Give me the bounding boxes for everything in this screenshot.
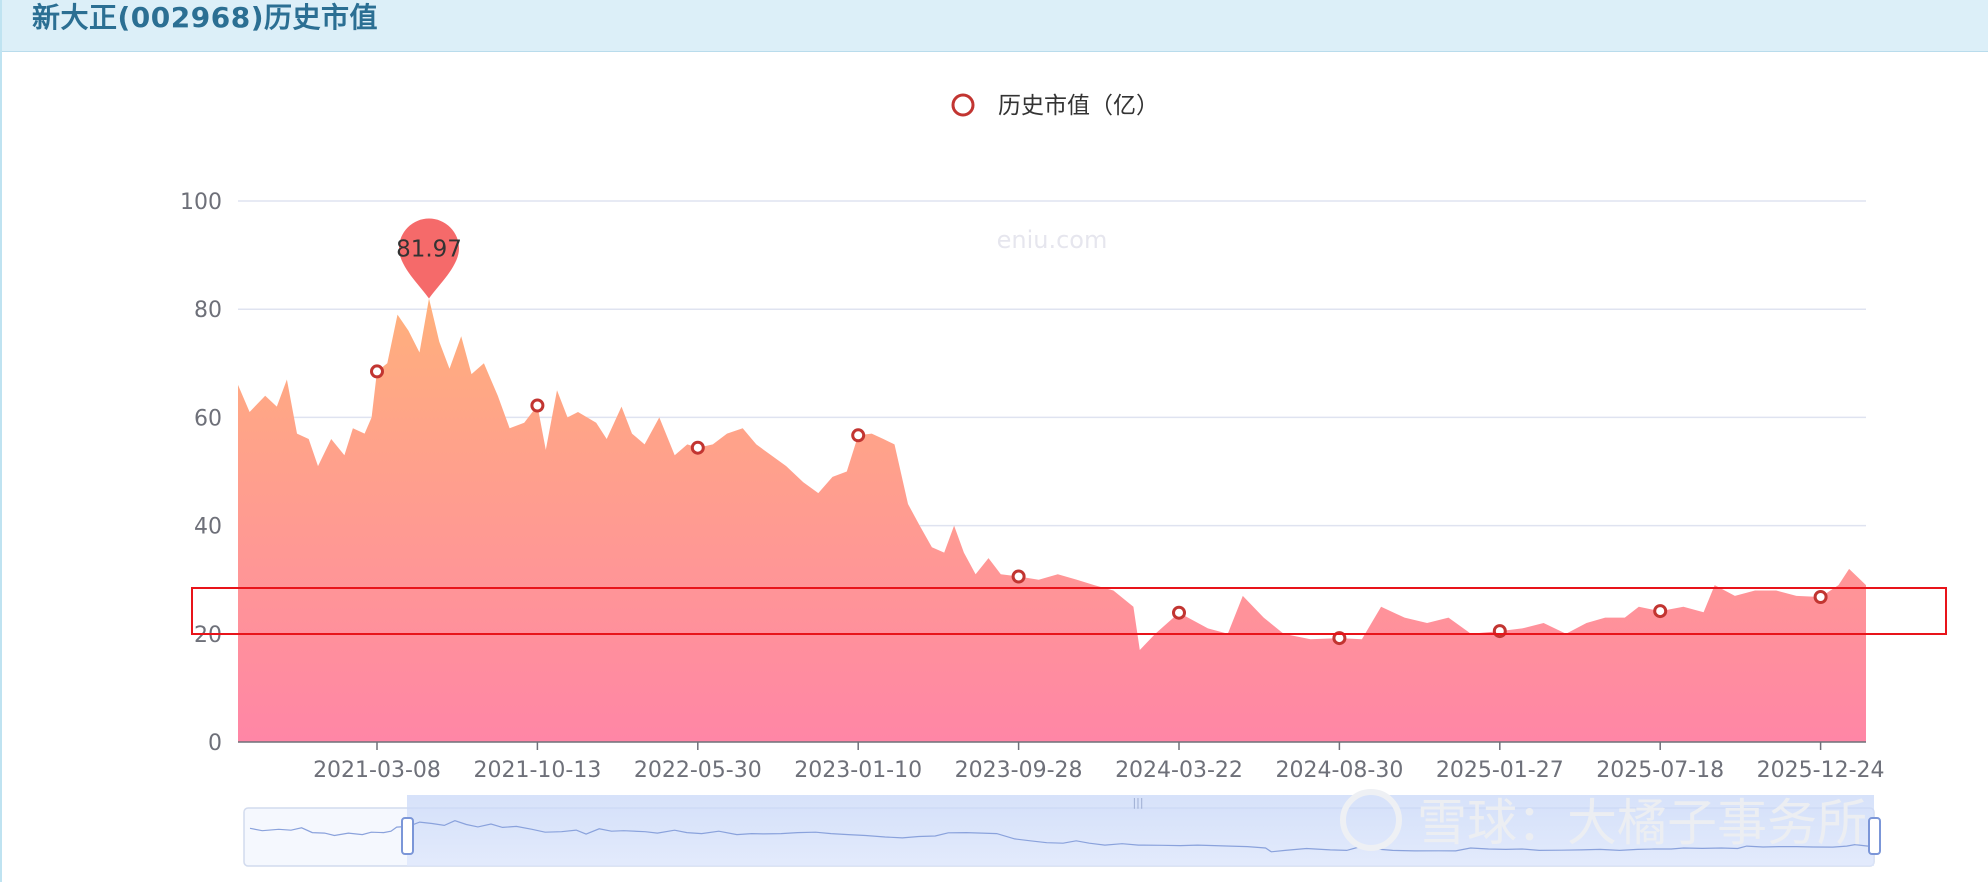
x-tick-label: 2025-01-27: [1436, 758, 1564, 783]
x-tick-label: 2023-09-28: [955, 758, 1083, 783]
slider-grip-icon[interactable]: |||: [1132, 796, 1143, 809]
data-point-marker[interactable]: [1011, 569, 1026, 584]
data-point-marker[interactable]: [370, 364, 384, 379]
y-tick-label: 20: [194, 623, 222, 648]
xueqiu-watermark: 雪球：大橘子事务所: [1340, 789, 1867, 852]
peak-label: 81.97: [396, 237, 462, 263]
x-tick-label: 2024-03-22: [1115, 758, 1243, 783]
data-point-marker[interactable]: [530, 398, 545, 413]
data-point-marker[interactable]: [1172, 605, 1186, 620]
y-tick-label: 100: [180, 190, 222, 215]
data-point-marker[interactable]: [1813, 590, 1828, 604]
x-axis: 2021-03-08 2021-10-13 2022-05-30 2023-01-10…: [238, 741, 1885, 783]
y-tick-label: 0: [208, 731, 222, 756]
max-value-pin[interactable]: 81.97: [396, 218, 462, 299]
data-point-marker[interactable]: [1653, 604, 1668, 619]
x-tick-label: 2025-07-18: [1596, 758, 1724, 783]
slider-left-handle[interactable]: [401, 817, 414, 855]
y-tick-label: 40: [194, 515, 222, 540]
data-point-marker[interactable]: [851, 428, 866, 443]
y-tick-label: 60: [194, 406, 222, 431]
slider-right-handle[interactable]: [1868, 817, 1881, 855]
x-tick-label: 2021-10-13: [473, 758, 601, 783]
y-tick-label: 80: [194, 298, 222, 323]
x-tick-label: 2023-01-10: [794, 758, 922, 783]
y-axis: 0 20 40 60 80 100: [180, 190, 222, 756]
x-tick-label: 2021-03-08: [313, 758, 441, 783]
legend[interactable]: 历史市值（亿）: [951, 93, 1159, 119]
chart-panel: 新大正(002968)历史市值 历史市值（亿） eniu.com 0 20 40 60…: [0, 0, 1988, 882]
site-watermark: eniu.com: [997, 226, 1108, 254]
x-tick-label: 2022-05-30: [634, 758, 762, 783]
x-tick-label: 2025-12-24: [1757, 758, 1885, 783]
x-tick-label: 2024-08-30: [1275, 758, 1403, 783]
legend-marker-icon: [951, 93, 975, 117]
data-point-marker[interactable]: [690, 440, 705, 455]
xueqiu-watermark-text: 雪球：大橘子事务所: [1417, 794, 1867, 852]
market-cap-area: [238, 298, 1866, 742]
legend-label: 历史市值（亿）: [998, 93, 1159, 119]
market-cap-chart: 历史市值（亿） eniu.com 0 20 40 60 80 100 2021-03-08…: [180, 93, 1947, 867]
